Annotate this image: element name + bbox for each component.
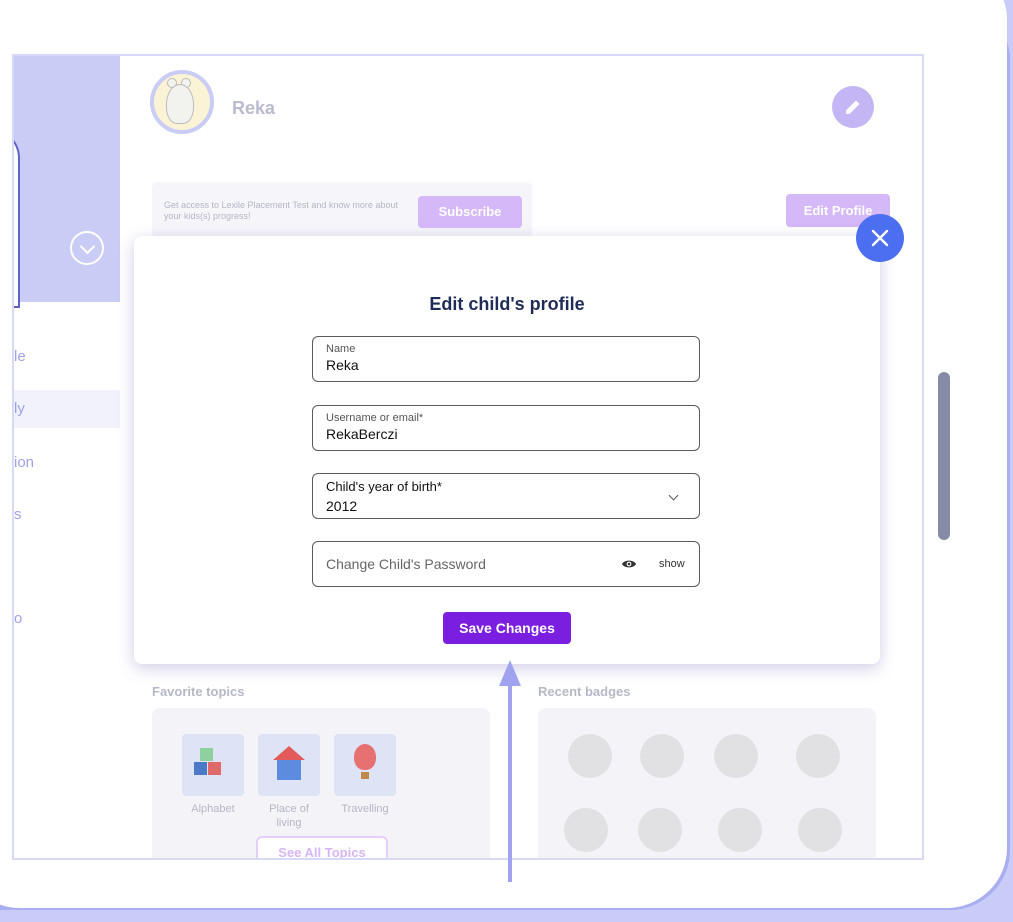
edit-child-profile-modal: Edit child's profile Name Reka Username … <box>134 236 880 664</box>
topic-label: Place of living <box>269 803 309 829</box>
hot-air-balloon-icon <box>334 734 396 796</box>
sidebar-item-label: le <box>14 348 26 365</box>
badge-icon <box>568 734 612 778</box>
scrollbar[interactable] <box>938 372 950 540</box>
topic-card[interactable]: Alphabet <box>182 734 244 816</box>
profile-name: Reka <box>232 98 276 118</box>
badge-icon <box>640 734 684 778</box>
name-field[interactable]: Name Reka <box>312 336 700 382</box>
username-field-value[interactable]: RekaBerczi <box>326 426 398 442</box>
badge-icon <box>714 734 758 778</box>
abc-blocks-icon <box>182 734 244 796</box>
pointer-arrow-icon <box>499 660 521 686</box>
password-field[interactable]: show <box>312 541 700 587</box>
birth-year-select[interactable]: Child's year of birth* 2012 <box>312 473 700 519</box>
chevron-down-icon[interactable] <box>70 231 104 265</box>
badge-icon <box>564 808 608 852</box>
username-field[interactable]: Username or email* RekaBerczi <box>312 405 700 451</box>
modal-title: Edit child's profile <box>429 294 585 314</box>
sidebar-item-label: s <box>14 506 22 523</box>
recent-badges-panel <box>538 708 876 858</box>
name-field-value[interactable]: Reka <box>326 357 359 373</box>
topic-card[interactable]: Travelling <box>334 734 396 816</box>
show-password-toggle[interactable]: show <box>659 558 685 570</box>
sidebar-header <box>14 56 120 308</box>
eye-icon[interactable] <box>621 558 637 570</box>
recent-badges-title: Recent badges <box>538 684 631 699</box>
name-field-label: Name <box>326 343 356 355</box>
sidebar-item-label: o <box>14 610 23 627</box>
sidebar: le ly ion s o <box>14 56 120 856</box>
sidebar-item-label: ion <box>14 454 35 471</box>
promo-text: Get access to Lexile Placement Test and … <box>164 200 398 221</box>
pencil-icon <box>846 100 860 114</box>
save-changes-button[interactable]: Save Changes <box>443 612 571 644</box>
avatar-character <box>166 84 194 124</box>
badge-icon <box>798 808 842 852</box>
birth-year-label: Child's year of birth* <box>326 479 442 494</box>
sidebar-item-5[interactable]: o <box>14 600 120 638</box>
topic-label: Travelling <box>341 803 389 815</box>
topic-label: Alphabet <box>191 803 235 815</box>
password-input[interactable] <box>326 556 606 572</box>
badge-icon <box>638 808 682 852</box>
favorite-topics-panel: Alphabet Place of living Travelling See … <box>152 708 490 858</box>
sidebar-item-4[interactable]: s <box>14 496 120 534</box>
username-field-label: Username or email* <box>326 412 424 424</box>
sidebar-item-1[interactable]: le <box>14 338 120 376</box>
chevron-down-icon[interactable] <box>668 490 679 501</box>
see-all-topics-button[interactable]: See All Topics <box>256 836 388 858</box>
topic-card[interactable]: Place of living <box>258 734 320 830</box>
favorite-topics-title: Favorite topics <box>152 684 245 699</box>
close-icon <box>871 229 889 247</box>
subscribe-button[interactable]: Subscribe <box>418 196 522 228</box>
sidebar-card <box>14 128 20 308</box>
sidebar-item-2[interactable]: ly <box>14 390 120 428</box>
sidebar-item-3[interactable]: ion <box>14 444 120 482</box>
sidebar-item-label: ly <box>14 400 25 417</box>
edit-pencil-button[interactable] <box>832 86 874 128</box>
house-icon <box>258 734 320 796</box>
close-modal-button[interactable] <box>856 214 904 262</box>
avatar <box>150 70 214 134</box>
pointer-arrow-line <box>508 674 512 882</box>
birth-year-value: 2012 <box>326 498 358 514</box>
badge-icon <box>796 734 840 778</box>
badge-icon <box>718 808 762 852</box>
subscription-promo: Get access to Lexile Placement Test and … <box>152 182 532 238</box>
